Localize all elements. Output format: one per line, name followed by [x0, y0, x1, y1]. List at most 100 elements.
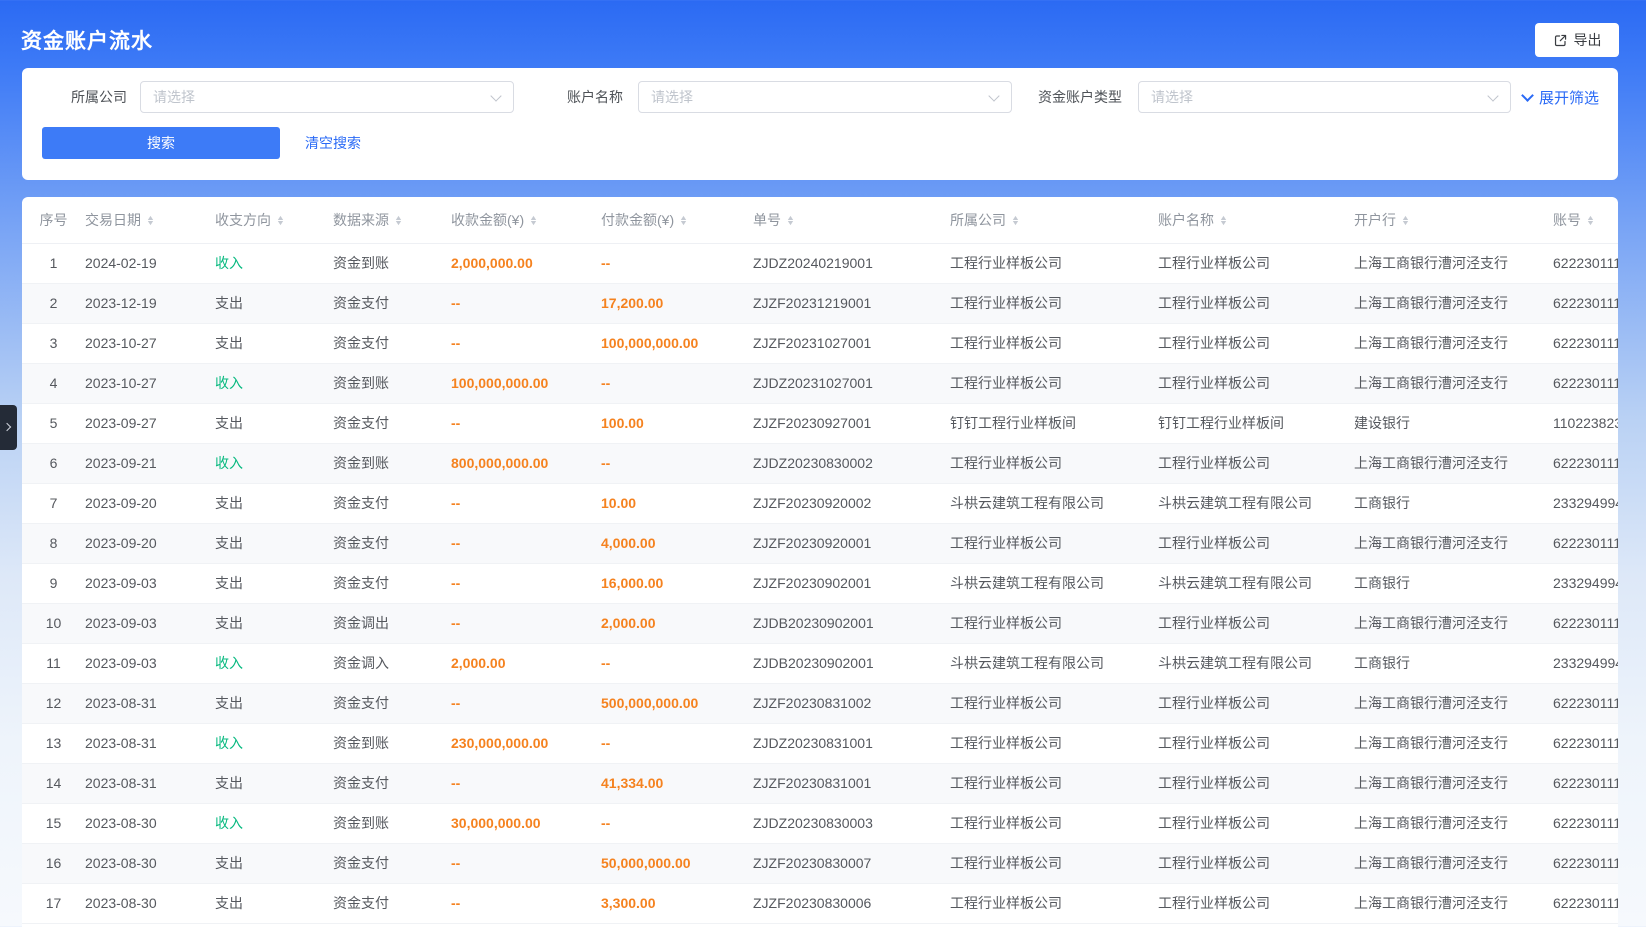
- table-cell: 2023-08-30: [85, 803, 215, 843]
- table-cell: 50,000,000.00: [601, 843, 753, 883]
- table-cell: 8: [22, 523, 85, 563]
- table-cell: ZJZF20230830007: [753, 843, 950, 883]
- table-cell: 2023-09-03: [85, 603, 215, 643]
- column-header[interactable]: 账号▲▼: [1553, 197, 1618, 243]
- table-row: 82023-09-20支出资金支付--4,000.00ZJZF202309200…: [22, 523, 1618, 563]
- export-button[interactable]: 导出: [1535, 23, 1619, 57]
- table-cell: 16,000.00: [601, 563, 753, 603]
- table-cell: ZJZF20231027001: [753, 323, 950, 363]
- table-cell: 2,000,000.00: [451, 243, 601, 283]
- table-row: 52023-09-27支出资金支付--100.00ZJZF20230927001…: [22, 403, 1618, 443]
- table-row: 92023-09-03支出资金支付--16,000.00ZJZF20230902…: [22, 563, 1618, 603]
- table-cell: 钉钉工程行业样板间: [950, 403, 1158, 443]
- table-cell: 工程行业样板公司: [1158, 763, 1354, 803]
- table-cell: 2023-09-20: [85, 483, 215, 523]
- table-cell: 6222301111: [1553, 723, 1618, 763]
- table-cell: 工程行业样板公司: [950, 323, 1158, 363]
- table-cell: 6222301111: [1553, 243, 1618, 283]
- table-cell: 6: [22, 443, 85, 483]
- table-cell: --: [451, 763, 601, 803]
- table-row: 22023-12-19支出资金支付--17,200.00ZJZF20231219…: [22, 283, 1618, 323]
- sort-caret-icon: ▲▼: [1402, 216, 1409, 226]
- sort-caret-icon: ▲▼: [680, 216, 687, 226]
- table-cell: 钉钉工程行业样板间: [1158, 403, 1354, 443]
- table-cell: 5: [22, 403, 85, 443]
- table-row: 62023-09-21收入资金到账800,000,000.00--ZJDZ202…: [22, 443, 1618, 483]
- account-type-select-placeholder: 请选择: [1151, 87, 1193, 107]
- table-cell: 工程行业样板公司: [950, 283, 1158, 323]
- column-header[interactable]: 收支方向▲▼: [215, 197, 333, 243]
- account-name-select[interactable]: 请选择: [638, 81, 1012, 113]
- table-cell: 工程行业样板公司: [950, 803, 1158, 843]
- table-cell: 15: [22, 803, 85, 843]
- table-head-row: 序号交易日期▲▼收支方向▲▼数据来源▲▼收款金额(¥)▲▼付款金额(¥)▲▼单号…: [22, 197, 1618, 243]
- table-cell: 工商银行: [1354, 483, 1553, 523]
- table-cell: 收入: [215, 443, 333, 483]
- column-header[interactable]: 账户名称▲▼: [1158, 197, 1354, 243]
- table-cell: ZJDZ20230831001: [753, 723, 950, 763]
- filter-label-company: 所属公司: [71, 81, 127, 113]
- table-cell: ZJZF20230927001: [753, 403, 950, 443]
- table-cell: 2: [22, 283, 85, 323]
- expand-filter-link[interactable]: 展开筛选: [1523, 81, 1599, 113]
- table-cell: ZJZF20231219001: [753, 283, 950, 323]
- company-select[interactable]: 请选择: [140, 81, 514, 113]
- clear-search-link[interactable]: 清空搜索: [305, 127, 361, 159]
- table-cell: 6222301111: [1553, 763, 1618, 803]
- chevron-down-icon: [490, 90, 501, 101]
- table-cell: 支出: [215, 603, 333, 643]
- column-header[interactable]: 付款金额(¥)▲▼: [601, 197, 753, 243]
- table-cell: 工程行业样板公司: [950, 523, 1158, 563]
- table-cell: 上海工商银行漕河泾支行: [1354, 883, 1553, 923]
- account-type-select[interactable]: 请选择: [1138, 81, 1511, 113]
- table-cell: 工程行业样板公司: [1158, 803, 1354, 843]
- table-cell: 支出: [215, 283, 333, 323]
- table-cell: --: [451, 563, 601, 603]
- table-cell: ZJDZ20230830002: [753, 443, 950, 483]
- column-header[interactable]: 数据来源▲▼: [333, 197, 451, 243]
- table-cell: --: [601, 363, 753, 403]
- table-cell: ZJDZ20240219001: [753, 243, 950, 283]
- table-cell: 工程行业样板公司: [1158, 683, 1354, 723]
- table-cell: 10.00: [601, 483, 753, 523]
- table-cell: --: [451, 283, 601, 323]
- table-cell: 2023-08-31: [85, 683, 215, 723]
- table-cell: --: [601, 443, 753, 483]
- table-cell: 2023-08-30: [85, 843, 215, 883]
- table-cell: ZJDB20230902001: [753, 643, 950, 683]
- column-header[interactable]: 所属公司▲▼: [950, 197, 1158, 243]
- table-cell: 资金到账: [333, 243, 451, 283]
- table-cell: 资金支付: [333, 763, 451, 803]
- table-cell: 100,000,000.00: [451, 363, 601, 403]
- table-cell: 工程行业样板公司: [950, 723, 1158, 763]
- table-cell: 工程行业样板公司: [1158, 883, 1354, 923]
- column-header[interactable]: 交易日期▲▼: [85, 197, 215, 243]
- column-header[interactable]: 开户行▲▼: [1354, 197, 1553, 243]
- drawer-handle[interactable]: [0, 405, 17, 450]
- table-cell: 支出: [215, 763, 333, 803]
- table-cell: ZJZF20230831001: [753, 763, 950, 803]
- table-cell: 资金支付: [333, 323, 451, 363]
- table-cell: 6222301111: [1553, 283, 1618, 323]
- table-cell: 6222301111: [1553, 323, 1618, 363]
- table-row: 122023-08-31支出资金支付--500,000,000.00ZJZF20…: [22, 683, 1618, 723]
- table-cell: 3: [22, 323, 85, 363]
- table-cell: 2024-02-19: [85, 243, 215, 283]
- table-cell: 100,000,000.00: [601, 323, 753, 363]
- table-cell: 800,000,000.00: [451, 443, 601, 483]
- table-cell: --: [451, 523, 601, 563]
- table-cell: --: [451, 483, 601, 523]
- table-cell: 2023-09-03: [85, 643, 215, 683]
- column-header[interactable]: 单号▲▼: [753, 197, 950, 243]
- search-button[interactable]: 搜索: [42, 127, 280, 159]
- table-cell: 支出: [215, 403, 333, 443]
- table-cell: ZJZF20230902001: [753, 563, 950, 603]
- table-cell: 上海工商银行漕河泾支行: [1354, 243, 1553, 283]
- table-cell: 233294994: [1553, 563, 1618, 603]
- table-cell: 30,000,000.00: [451, 803, 601, 843]
- column-header[interactable]: 收款金额(¥)▲▼: [451, 197, 601, 243]
- table-cell: 9: [22, 563, 85, 603]
- table-cell: 6222301111: [1553, 843, 1618, 883]
- table-cell: 2023-08-30: [85, 883, 215, 923]
- table-cell: 工程行业样板公司: [950, 883, 1158, 923]
